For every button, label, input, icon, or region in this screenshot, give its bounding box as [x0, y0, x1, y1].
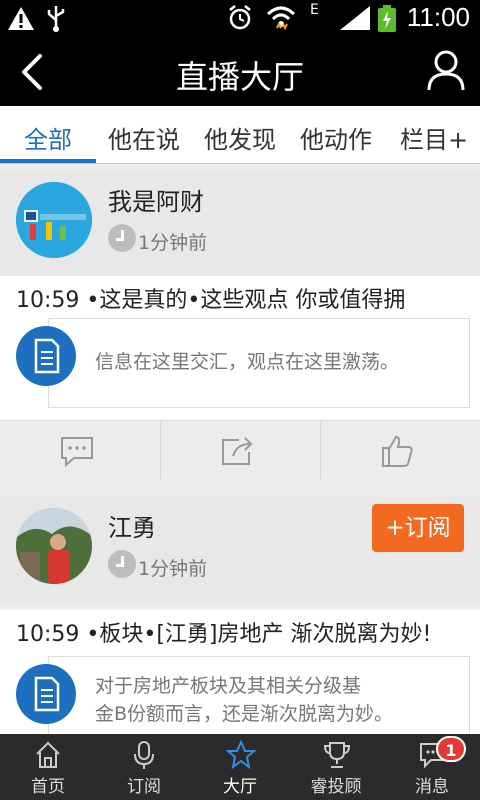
post-actions	[0, 420, 480, 480]
share-button[interactable]	[160, 421, 320, 479]
nav-home-label: 首页	[31, 777, 65, 797]
tab-all[interactable]: 全部	[24, 120, 72, 155]
thumbs-up-icon	[382, 435, 413, 467]
unread-badge: 1	[436, 736, 466, 762]
post-headline[interactable]: 10:59 •这是真的•这些观点 你或值得拥	[16, 282, 405, 314]
document-glyph	[34, 676, 60, 712]
nav-messages[interactable]: 1 消息	[384, 734, 480, 800]
active-tab-indicator	[0, 159, 96, 163]
page-title: 直播大厅	[175, 58, 304, 96]
share-icon	[222, 437, 253, 465]
microphone-icon	[134, 741, 154, 769]
battery-icon	[378, 5, 396, 32]
avatar[interactable]	[16, 182, 92, 258]
post-quote[interactable]: 对于房地产板块及其相关分级基 金B份额而言，还是渐次脱离为妙。	[48, 656, 470, 742]
tab-he-says[interactable]: 他在说	[108, 120, 180, 155]
bottom-navigation: 首页 订阅 大厅 睿投顾 1 消息	[0, 734, 480, 800]
document-icon	[16, 326, 76, 386]
tab-columns-add[interactable]: 栏目+	[400, 120, 468, 155]
network-type-label: E	[310, 2, 319, 18]
avatar[interactable]	[16, 508, 92, 584]
post-quote-line-1: 对于房地产板块及其相关分级基	[95, 675, 362, 697]
nav-subscribe-label: 订阅	[127, 777, 161, 797]
comment-button[interactable]	[0, 421, 160, 479]
tab-he-acts[interactable]: 他动作	[300, 120, 372, 155]
clock-icon	[108, 550, 136, 578]
home-icon	[36, 741, 60, 768]
post-header: 我是阿财 1分钟前	[0, 170, 480, 276]
post-headline[interactable]: 10:59 •板块•[江勇]房地产 渐次脱离为妙!	[16, 616, 431, 648]
status-time: 11:00	[406, 2, 470, 32]
tab-bar: 全部 他在说 他发现 他动作 栏目+	[0, 106, 480, 164]
document-glyph	[34, 338, 60, 374]
post-header: 江勇 1分钟前 +订阅	[0, 496, 480, 602]
wifi-icon	[266, 6, 296, 31]
warning-icon	[8, 7, 34, 30]
comment-icon	[61, 437, 93, 468]
nav-hall[interactable]: 大厅	[192, 734, 288, 800]
tab-he-discovers[interactable]: 他发现	[204, 120, 276, 155]
nav-advisor-label: 睿投顾	[310, 777, 362, 797]
nav-home[interactable]: 首页	[0, 734, 96, 800]
nav-hall-label: 大厅	[223, 777, 257, 797]
star-icon	[226, 740, 256, 770]
post-quote[interactable]: 信息在这里交汇，观点在这里激荡。	[48, 318, 470, 408]
post-body: 10:59 •这是真的•这些观点 你或值得拥 信息在这里交汇，观点在这里激荡。	[0, 276, 480, 422]
nav-advisor[interactable]: 睿投顾	[288, 734, 384, 800]
nav-subscribe[interactable]: 订阅	[96, 734, 192, 800]
trophy-icon	[323, 742, 351, 768]
like-button[interactable]	[320, 421, 480, 479]
author-name[interactable]: 江勇	[108, 508, 156, 543]
avatar-photo	[16, 508, 92, 584]
subscribe-button[interactable]: +订阅	[372, 504, 464, 552]
avatar-logo	[16, 182, 92, 258]
post-quote-text: 信息在这里交汇，观点在这里激荡。	[95, 351, 400, 373]
status-bar: E 11:00	[0, 0, 480, 36]
signal-icon	[340, 6, 370, 30]
user-profile-icon[interactable]	[426, 48, 466, 92]
post-body: 10:59 •板块•[江勇]房地产 渐次脱离为妙! 对于房地产板块及其相关分级基…	[0, 610, 480, 742]
app-header: 直播大厅	[0, 36, 480, 106]
time-ago: 1分钟前	[138, 232, 208, 254]
post-quote-line-2: 金B份额而言，还是渐次脱离为妙。	[95, 703, 394, 725]
usb-icon	[47, 6, 65, 32]
nav-messages-label: 消息	[415, 777, 449, 797]
author-name[interactable]: 我是阿财	[108, 182, 204, 217]
document-icon	[16, 664, 76, 724]
alarm-icon	[229, 5, 251, 30]
clock-icon	[108, 224, 136, 252]
time-ago: 1分钟前	[138, 558, 208, 580]
